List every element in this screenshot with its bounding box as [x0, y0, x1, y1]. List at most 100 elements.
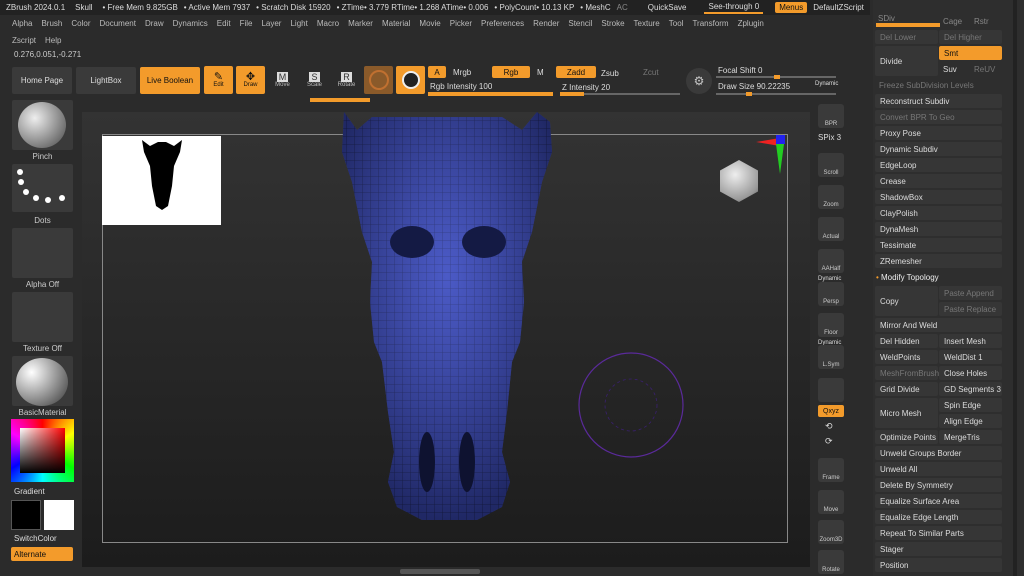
micro-mesh-button[interactable]: Micro Mesh [875, 398, 938, 428]
menu-texture[interactable]: Texture [634, 19, 660, 28]
rotate-view-button[interactable]: Rotate [818, 550, 844, 574]
dynamic-size-toggle[interactable]: Dynamic [815, 81, 838, 87]
z-intensity-slider[interactable] [560, 92, 680, 96]
actual-button[interactable]: Actual [818, 217, 844, 241]
menu-marker[interactable]: Marker [348, 19, 373, 28]
scale-mode-button[interactable]: S Scale [300, 66, 329, 94]
rotate-y-icon[interactable]: ⟳ [825, 436, 833, 447]
grid-divide-button[interactable]: Grid Divide [875, 382, 938, 396]
menu-picker[interactable]: Picker [450, 19, 472, 28]
floor-button[interactable]: Floor [818, 313, 844, 337]
menu-alpha[interactable]: Alpha [12, 19, 32, 28]
crease-button[interactable]: Crease [875, 174, 1002, 188]
menu-file[interactable]: File [240, 19, 253, 28]
dynamesh-button[interactable]: DynaMesh [875, 222, 1002, 236]
unweld-groups-border-button[interactable]: Unweld Groups Border [875, 446, 1002, 460]
dynamic-subdiv-button[interactable]: Dynamic Subdiv [875, 142, 1002, 156]
lightbox-button[interactable]: LightBox [76, 67, 136, 94]
equalize-edge-length-button[interactable]: Equalize Edge Length [875, 510, 1002, 524]
gd-segments-slider[interactable]: GD Segments 3 [939, 382, 1002, 396]
rotate-mode-button[interactable]: R Rotate [332, 66, 361, 94]
ac-toggle[interactable]: AC [617, 3, 628, 12]
menu-draw[interactable]: Draw [145, 19, 164, 28]
mrgb-toggle[interactable]: Mrgb [453, 68, 471, 77]
copy-button[interactable]: Copy [875, 286, 938, 316]
menu-stroke[interactable]: Stroke [601, 19, 624, 28]
mesh-from-brush-button[interactable]: MeshFromBrush [875, 366, 939, 380]
spix-slider[interactable]: SPix 3 [818, 133, 841, 142]
rstr-button[interactable]: Rstr [974, 17, 989, 26]
rotate-axis-icon[interactable]: ⟲ [825, 421, 833, 432]
scroll-button[interactable]: Scroll [818, 153, 844, 177]
axis-gizmo[interactable] [750, 134, 790, 174]
a-toggle[interactable]: A [428, 66, 446, 78]
sdiv-slider[interactable] [876, 23, 940, 27]
weldpoints-button[interactable]: WeldPoints [875, 350, 938, 364]
divide-button[interactable]: Divide [875, 46, 938, 76]
frame-button[interactable]: Frame [818, 458, 844, 482]
aahalf-button[interactable]: AAHalf [818, 249, 844, 273]
menu-edit[interactable]: Edit [217, 19, 231, 28]
menu-render[interactable]: Render [533, 19, 559, 28]
menu-color[interactable]: Color [71, 19, 90, 28]
repeat-similar-parts-button[interactable]: Repeat To Similar Parts [875, 526, 1002, 540]
reuv-toggle[interactable]: ReUV [974, 65, 995, 74]
close-holes-button[interactable]: Close Holes [939, 366, 1002, 380]
zsub-toggle[interactable]: Zsub [601, 69, 619, 78]
menu-help[interactable]: Help [45, 36, 61, 45]
secondary-color-swatch[interactable] [44, 500, 74, 530]
menu-stencil[interactable]: Stencil [568, 19, 592, 28]
rgb-toggle[interactable]: Rgb [492, 66, 530, 78]
cage-button[interactable]: Cage [943, 17, 962, 26]
bpr-render-button[interactable]: BPR [818, 104, 844, 128]
live-boolean-button[interactable]: Live Boolean [140, 67, 200, 94]
menu-macro[interactable]: Macro [317, 19, 339, 28]
home-page-button[interactable]: Home Page [12, 67, 72, 94]
default-zscript-button[interactable]: DefaultZScript [809, 2, 868, 13]
del-higher-button[interactable]: Del Higher [939, 30, 1002, 44]
zoom3d-button[interactable]: Zoom3D [818, 520, 844, 544]
color-picker[interactable] [11, 419, 74, 482]
stager-button[interactable]: Stager [875, 542, 1002, 556]
reconstruct-subdiv-button[interactable]: Reconstruct Subdiv [875, 94, 1002, 108]
menu-material[interactable]: Material [382, 19, 410, 28]
menus-button[interactable]: Menus [775, 2, 808, 13]
material-selector[interactable] [12, 356, 73, 406]
smt-toggle[interactable]: Smt [939, 46, 1002, 60]
equalize-surface-area-button[interactable]: Equalize Surface Area [875, 494, 1002, 508]
modify-topology-header[interactable]: Modify Topology [881, 273, 939, 282]
insert-mesh-button[interactable]: Insert Mesh [939, 334, 1002, 348]
color-picker-square[interactable] [20, 428, 65, 473]
paste-replace-button[interactable]: Paste Replace [939, 302, 1002, 316]
zremesher-button[interactable]: ZRemesher [875, 254, 1002, 268]
gradient-label[interactable]: Gradient [14, 487, 45, 496]
alpha-selector[interactable] [12, 228, 73, 278]
rgb-intensity-slider[interactable] [428, 92, 553, 96]
convert-bpr-button[interactable]: Convert BPR To Geo [875, 110, 1002, 124]
zadd-toggle[interactable]: Zadd [556, 66, 596, 78]
material-swatch-button[interactable] [364, 66, 393, 94]
shadowbox-button[interactable]: ShadowBox [875, 190, 1002, 204]
canvas-viewport[interactable] [82, 112, 810, 567]
stroke-settings-icon[interactable]: ⚙ [686, 68, 712, 94]
move-view-button[interactable]: Move [818, 490, 844, 514]
tessimate-button[interactable]: Tessimate [875, 238, 1002, 252]
menu-zplugin[interactable]: Zplugin [738, 19, 764, 28]
claypolish-button[interactable]: ClayPolish [875, 206, 1002, 220]
merge-tris-button[interactable]: MergeTris [939, 430, 1002, 444]
draw-size-slider[interactable] [716, 92, 836, 96]
persp-button[interactable]: Persp [818, 282, 844, 306]
menu-light[interactable]: Light [290, 19, 307, 28]
delete-by-symmetry-button[interactable]: Delete By Symmetry [875, 478, 1002, 492]
menu-dynamics[interactable]: Dynamics [173, 19, 208, 28]
switch-color-button[interactable]: SwitchColor [14, 534, 57, 543]
quicksave-button[interactable]: QuickSave [644, 2, 691, 13]
zoom-button[interactable]: Zoom [818, 185, 844, 209]
menu-transform[interactable]: Transform [692, 19, 728, 28]
align-edge-button[interactable]: Align Edge [939, 414, 1002, 428]
see-through-slider[interactable]: See-through 0 [704, 1, 764, 14]
color-picker-button[interactable] [396, 66, 425, 94]
optimize-points-button[interactable]: Optimize Points [875, 430, 938, 444]
focal-shift-slider[interactable] [716, 75, 836, 79]
menu-preferences[interactable]: Preferences [481, 19, 524, 28]
